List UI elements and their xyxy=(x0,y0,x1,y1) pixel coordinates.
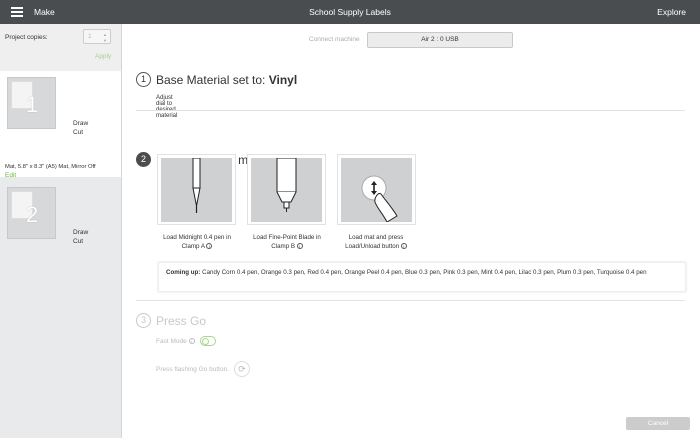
explore-link[interactable]: Explore xyxy=(657,7,686,17)
mat-op-cut: Cut xyxy=(73,238,84,245)
mat-op-cut: Cut xyxy=(73,129,84,136)
stepper-up-icon[interactable]: ▲ xyxy=(103,32,107,37)
step-1-subtitle: Adjust dial to desired material xyxy=(156,95,178,119)
connect-machine-label: Connect machine xyxy=(309,36,360,43)
step-1-title-prefix: Base Material set to: xyxy=(156,73,269,87)
section-divider xyxy=(136,300,685,301)
mat-thumbnail[interactable]: 1 xyxy=(7,77,56,129)
section-divider xyxy=(136,110,685,111)
project-copies-row: Project copies: 1 ▲ ▼ Apply xyxy=(0,24,121,71)
mat-op-draw: Draw xyxy=(73,120,89,127)
step-1-title: Base Material set to: Vinyl xyxy=(156,73,297,87)
step-number-1: 1 xyxy=(136,72,151,87)
project-copies-stepper[interactable]: 1 ▲ ▼ xyxy=(83,29,111,44)
mat-description: Mat, 5.8" x 8.3" (A5) Mat, Mirror Off xyxy=(5,164,96,170)
main-panel: Connect machine Air 2 : 0 USB 1 Base Mat… xyxy=(122,24,700,438)
cancel-button[interactable]: Cancel xyxy=(626,417,690,430)
mat-number: 1 xyxy=(26,92,39,117)
mat-op-draw: Draw xyxy=(73,229,89,236)
mat-operations: Draw Cut xyxy=(73,228,88,246)
mat-number: 2 xyxy=(26,202,39,227)
project-title: School Supply Labels xyxy=(309,7,391,17)
mat-thumbnail[interactable]: 2 xyxy=(7,187,56,239)
project-copies-label: Project copies: xyxy=(5,34,48,41)
top-bar: Make School Supply Labels Explore xyxy=(0,0,700,24)
apply-button[interactable]: Apply xyxy=(95,53,111,60)
mat-operations: Draw Cut xyxy=(73,119,88,137)
mat-card-2[interactable]: 2 Draw Cut xyxy=(0,177,121,409)
mat-card-1[interactable]: 1 Draw Cut Mat, 5.8" x 8.3" (A5) Mat, Mi… xyxy=(0,71,121,179)
machine-row: Connect machine Air 2 : 0 USB xyxy=(122,28,700,48)
mat-sidebar: Project copies: 1 ▲ ▼ Apply 1 Draw Cut M… xyxy=(0,24,122,438)
stepper-down-icon[interactable]: ▼ xyxy=(103,38,107,43)
machine-select[interactable]: Air 2 : 0 USB xyxy=(367,32,513,48)
project-copies-value: 1 xyxy=(88,33,92,40)
base-material-name: Vinyl xyxy=(268,73,298,87)
